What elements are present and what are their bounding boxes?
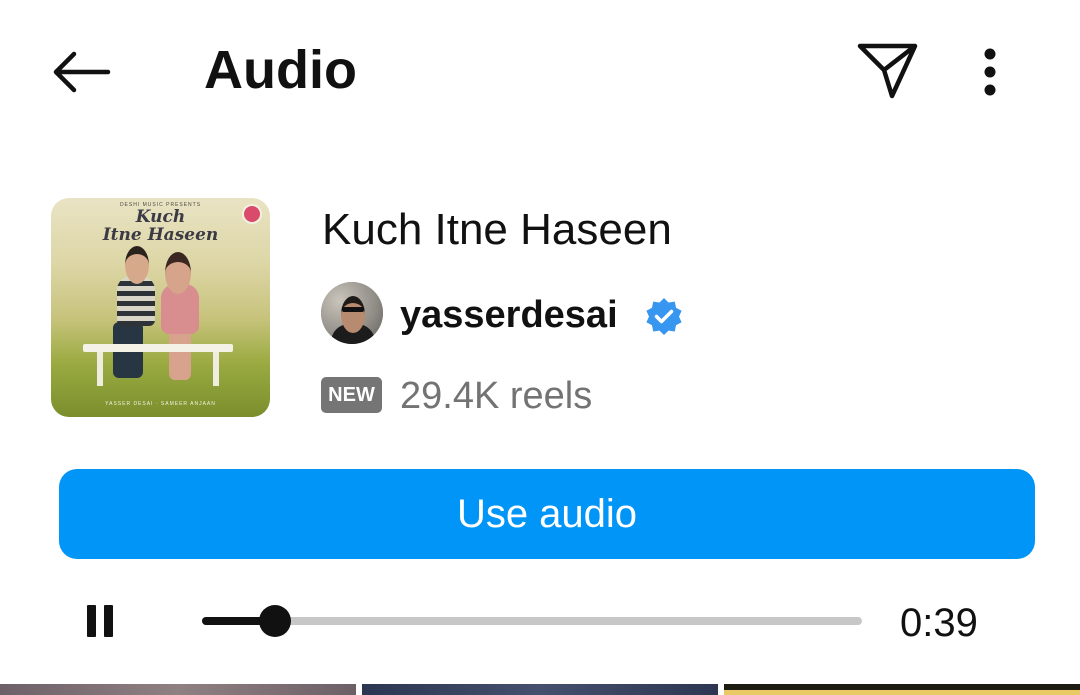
cover-bench [213, 352, 219, 386]
cover-bench [97, 352, 103, 386]
cover-bench [83, 344, 233, 352]
progress-track[interactable] [202, 605, 862, 637]
pause-icon [83, 605, 117, 637]
back-button[interactable] [40, 40, 120, 104]
artist-avatar[interactable] [321, 282, 383, 344]
reel-thumbnail-preview [724, 690, 1080, 695]
more-options-button[interactable] [964, 40, 1016, 104]
pause-icon-bar [87, 605, 96, 637]
reel-thumbnail[interactable] [362, 684, 718, 695]
paper-plane-icon [857, 43, 918, 99]
use-audio-button[interactable]: Use audio [59, 469, 1035, 559]
album-cover[interactable]: DESHI MUSIC PRESENTS Kuch Itne Haseen YA… [51, 198, 270, 417]
page-title: Audio [204, 40, 357, 100]
verified-badge-icon [646, 298, 682, 335]
new-badge: NEW [321, 377, 382, 413]
cover-figure [125, 246, 149, 284]
cover-title: Kuch Itne Haseen [102, 207, 219, 245]
arrow-left-icon [53, 51, 111, 93]
progress-thumb[interactable] [258, 605, 291, 637]
cover-figure [169, 328, 191, 380]
reel-thumbnail[interactable] [724, 684, 1080, 695]
share-button[interactable] [850, 36, 926, 104]
avatar-figure [342, 307, 364, 312]
reel-thumbnail[interactable] [0, 684, 356, 695]
artist-name[interactable]: yasserdesai [400, 292, 618, 338]
pause-button[interactable] [80, 598, 120, 644]
cover-figure [165, 252, 191, 294]
playback-time: 0:39 [900, 601, 978, 645]
cover-bottom-text: YASSER DESAI · SAMEER ANJAAN [105, 401, 216, 407]
label-logo-icon [242, 204, 262, 224]
song-title: Kuch Itne Haseen [322, 205, 672, 254]
more-vertical-icon [984, 48, 996, 96]
pause-icon-bar [104, 605, 113, 637]
reels-count: 29.4K reels [400, 375, 593, 417]
avatar-figure [341, 296, 365, 333]
